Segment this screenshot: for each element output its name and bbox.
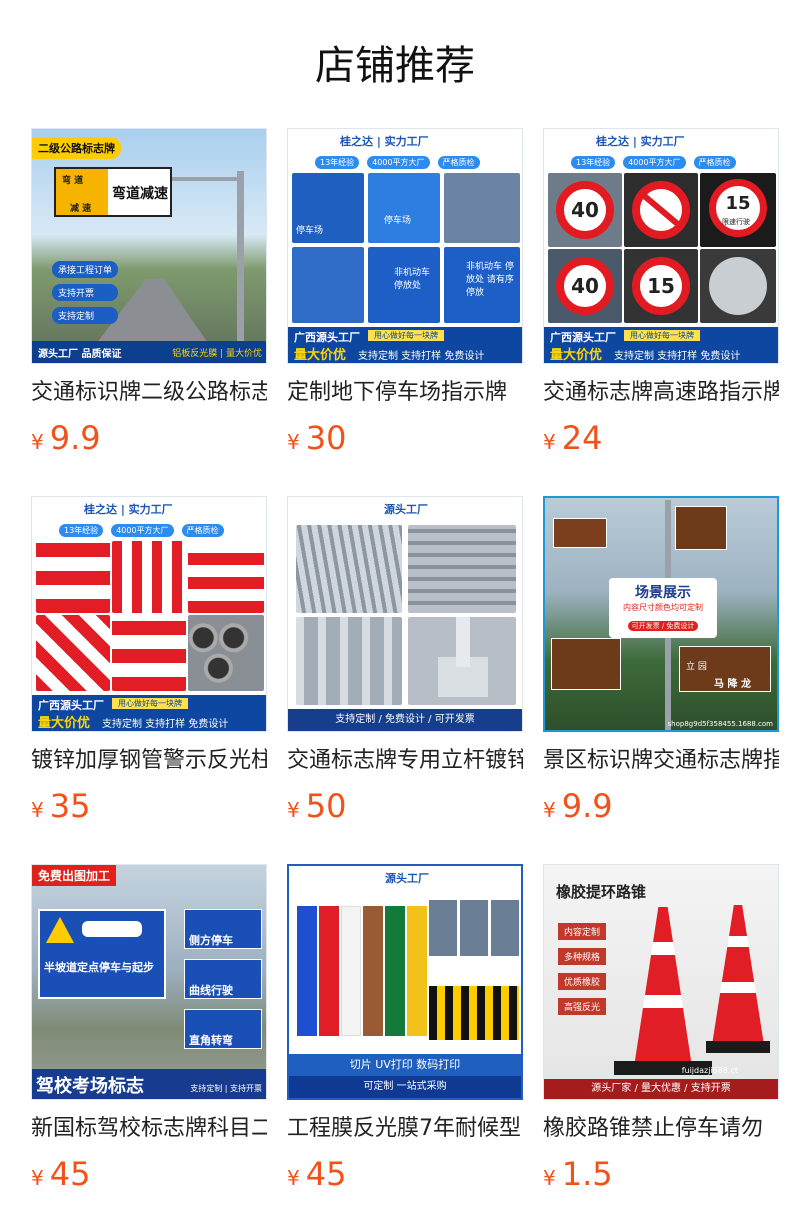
product-image[interactable]: 场景展示 内容尺寸颜色均可定制 可开发票 / 免费设计 立 园 马 降 龙 sh… (543, 496, 779, 732)
product-name[interactable]: 工程膜反光膜7年耐候型 (287, 1114, 523, 1144)
product-image[interactable]: 免费出图加工 半坡道定点停车与起步 侧方停车 曲线行驶 直角转弯 驾校考场标志 … (31, 864, 267, 1100)
product-image[interactable]: 橡胶提环路锥 内容定制 多种规格 优质橡胶 高强反光 fuijdazji688.… (543, 864, 779, 1100)
product-price: ¥1.5 (543, 1154, 779, 1200)
image-tag: 二级公路标志牌 (32, 137, 121, 159)
currency-symbol: ¥ (287, 430, 300, 454)
product-price: ¥50 (287, 786, 523, 832)
scene-banner: 场景展示 内容尺寸颜色均可定制 可开发票 / 免费设计 (609, 578, 717, 638)
price-value: 9.9 (49, 419, 101, 457)
currency-symbol: ¥ (31, 1166, 44, 1190)
main-sign: 半坡道定点停车与起步 (38, 909, 166, 999)
product-name[interactable]: 交通标志牌高速路指示牌 (543, 378, 779, 408)
product-name[interactable]: 交通标志牌专用立杆镀锌 (287, 746, 523, 776)
page-title: 店铺推荐 (315, 43, 475, 89)
product-name[interactable]: 景区标识牌交通标志牌指示 (543, 746, 779, 776)
product-image[interactable]: 桂之达 | 实力工厂 13年经验 4000平方大厂 严格质检 广西源头工厂 量大… (31, 496, 267, 732)
product-card[interactable]: 桂之达 | 实力工厂 13年经验 4000平方大厂 严格质检 广西源头工厂 量大… (31, 496, 267, 864)
product-card[interactable]: 橡胶提环路锥 内容定制 多种规格 优质橡胶 高强反光 fuijdazji688.… (543, 864, 779, 1232)
product-price: ¥35 (31, 786, 267, 832)
product-card[interactable]: 源头工厂 支持定制 / 免费设计 / 可开发票 交通标志牌专用立杆镀锌 ¥50 (287, 496, 523, 864)
product-price: ¥30 (287, 418, 523, 464)
product-card[interactable]: 场景展示 内容尺寸颜色均可定制 可开发票 / 免费设计 立 园 马 降 龙 sh… (543, 496, 779, 864)
product-name[interactable]: 橡胶路锥禁止停车请勿 (543, 1114, 779, 1144)
price-value: 50 (305, 787, 347, 825)
product-card[interactable]: 免费出图加工 半坡道定点停车与起步 侧方停车 曲线行驶 直角转弯 驾校考场标志 … (31, 864, 267, 1232)
product-name[interactable]: 定制地下停车场指示牌 (287, 378, 523, 408)
price-value: 45 (49, 1155, 91, 1193)
product-card[interactable]: 桂之达 | 实力工厂 13年经验 4000平方大厂 严格质检 40 15 限速行驶… (543, 128, 779, 496)
product-image[interactable]: 二级公路标志牌 弯 道 减 速 弯道减速 承接工程订单 支持开票 支持定制 源头… (31, 128, 267, 364)
product-card[interactable]: 源头工厂 切片 UV打印 数码打印 可定制 一站式采购 工程膜反光膜7年耐候型 … (287, 864, 523, 1232)
product-name[interactable]: 新国标驾校标志牌科目二 (31, 1114, 267, 1144)
chips: 13年经验 4000平方大厂 严格质检 (58, 523, 225, 538)
feature-list: 内容定制 多种规格 优质橡胶 高强反光 (558, 923, 607, 1015)
product-price: ¥45 (31, 1154, 267, 1200)
price-value: 1.5 (561, 1155, 613, 1193)
currency-symbol: ¥ (543, 430, 556, 454)
currency-symbol: ¥ (31, 430, 44, 454)
curve-sign: 弯 道 减 速 弯道减速 (54, 167, 172, 217)
currency-symbol: ¥ (543, 1166, 556, 1190)
currency-symbol: ¥ (287, 798, 300, 822)
product-name[interactable]: 镀锌加厚钢管警示反光柱 (31, 746, 267, 776)
price-value: 9.9 (561, 787, 613, 825)
chips: 13年经验 4000平方大厂 严格质检 (570, 155, 737, 170)
price-value: 45 (305, 1155, 347, 1193)
product-price: ¥9.9 (31, 418, 267, 464)
product-name[interactable]: 交通标识牌二级公路标志牌 (31, 378, 267, 408)
currency-symbol: ¥ (543, 798, 556, 822)
product-card[interactable]: 桂之达 | 实力工厂 13年经验 4000平方大厂 严格质检 停车场 停车场 非… (287, 128, 523, 496)
product-price: ¥45 (287, 1154, 523, 1200)
currency-symbol: ¥ (287, 1166, 300, 1190)
product-image[interactable]: 桂之达 | 实力工厂 13年经验 4000平方大厂 严格质检 40 15 限速行驶… (543, 128, 779, 364)
price-value: 35 (49, 787, 91, 825)
chips: 13年经验 4000平方大厂 严格质检 (314, 155, 481, 170)
product-price: ¥24 (543, 418, 779, 464)
product-grid: 二级公路标志牌 弯 道 减 速 弯道减速 承接工程订单 支持开票 支持定制 源头… (31, 128, 779, 1232)
product-image[interactable]: 源头工厂 支持定制 / 免费设计 / 可开发票 (287, 496, 523, 732)
product-price: ¥9.9 (543, 786, 779, 832)
currency-symbol: ¥ (31, 798, 44, 822)
product-image[interactable]: 源头工厂 切片 UV打印 数码打印 可定制 一站式采购 (287, 864, 523, 1100)
feature-badges: 承接工程订单 支持开票 支持定制 (52, 261, 119, 324)
product-image[interactable]: 桂之达 | 实力工厂 13年经验 4000平方大厂 严格质检 停车场 停车场 非… (287, 128, 523, 364)
price-value: 30 (305, 419, 347, 457)
price-value: 24 (561, 419, 603, 457)
product-card[interactable]: 二级公路标志牌 弯 道 减 速 弯道减速 承接工程订单 支持开票 支持定制 源头… (31, 128, 267, 496)
